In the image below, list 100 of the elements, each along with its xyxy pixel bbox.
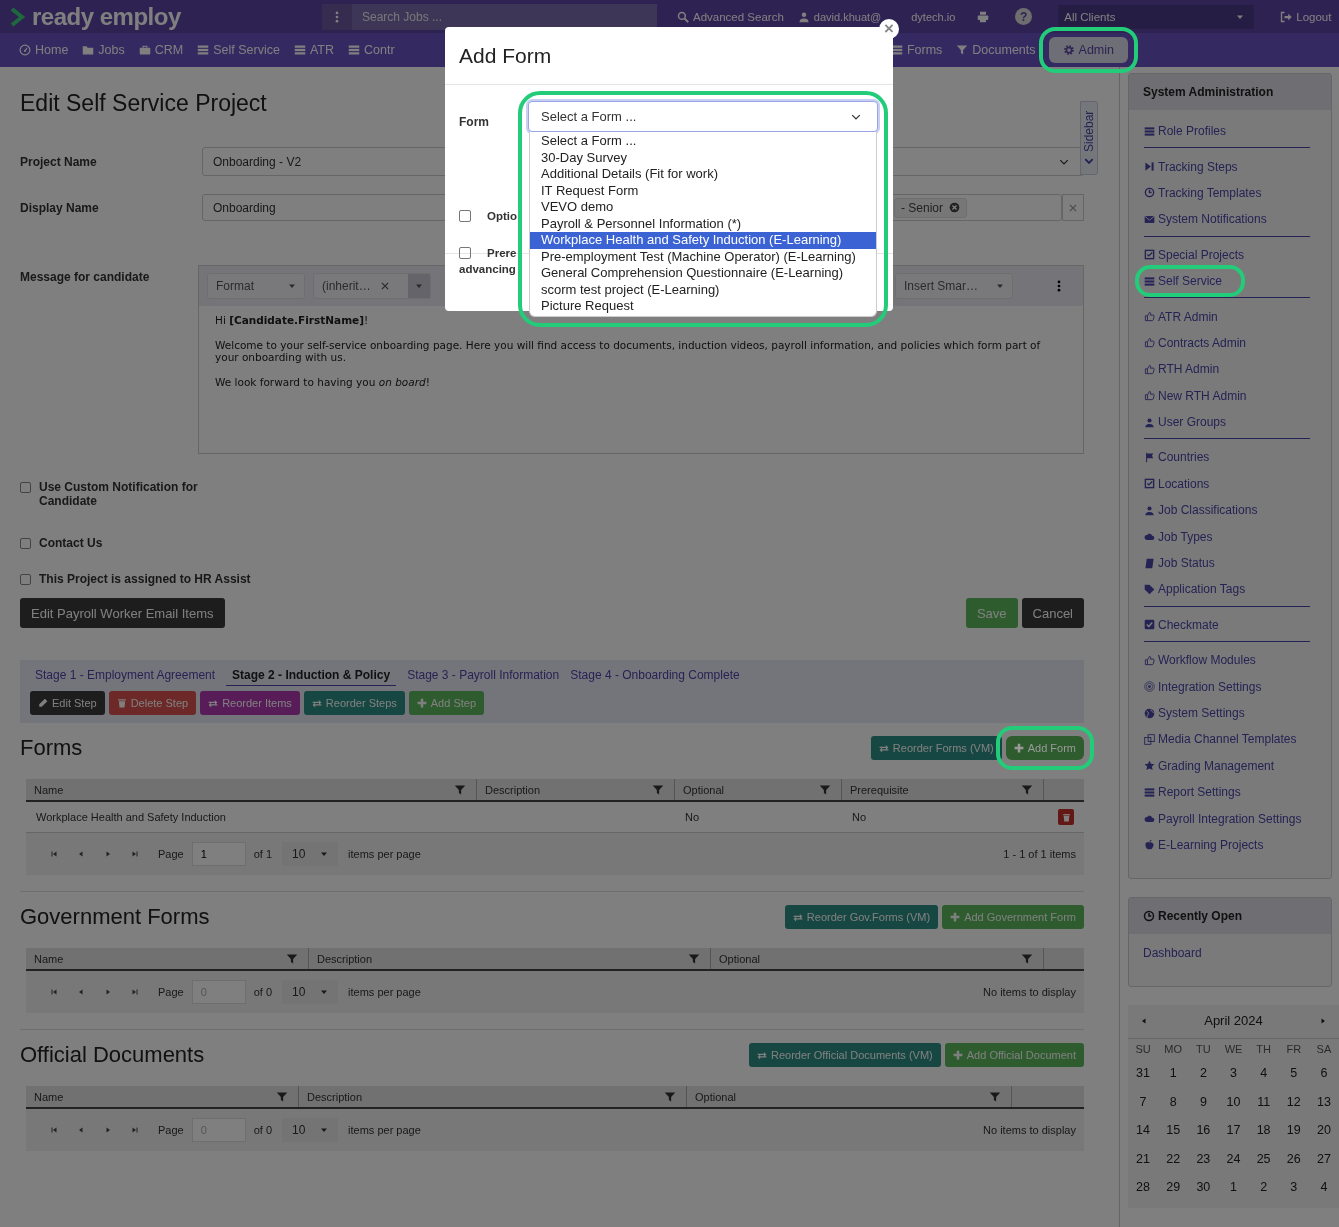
sidebar-link[interactable]: Integration Settings	[1144, 679, 1262, 694]
calendar-day[interactable]: 4	[1308, 1179, 1339, 1208]
sidebar-link[interactable]: RTH Admin	[1144, 362, 1220, 377]
dropdown-option[interactable]: Additional Details (Fit for work)	[530, 166, 876, 183]
logo[interactable]: ready employ	[32, 2, 181, 31]
column-header[interactable]: Name	[34, 952, 64, 965]
calendar-day[interactable]: 20	[1308, 1122, 1339, 1151]
help-button[interactable]: ?	[1015, 8, 1033, 25]
stage-button[interactable]: Add Step	[408, 691, 485, 715]
calendar-day[interactable]: 19	[1278, 1122, 1309, 1151]
form-select[interactable]: Select a Form ...	[528, 101, 878, 132]
nav-tab[interactable]: ATR	[286, 33, 341, 67]
sidebar-link[interactable]: System Settings	[1144, 706, 1245, 720]
nav-tab[interactable]: Documents	[949, 33, 1043, 67]
stage-button[interactable]: Reorder Steps	[303, 691, 405, 715]
client-select[interactable]: All Clients	[1058, 4, 1255, 29]
sidebar-link[interactable]: System Notifications	[1144, 212, 1267, 227]
sidebar-link[interactable]: Locations	[1144, 476, 1210, 491]
stage-button[interactable]: Delete Step	[108, 691, 197, 715]
calendar-day[interactable]: 2	[1188, 1065, 1219, 1094]
calendar-day[interactable]: 6	[1308, 1065, 1339, 1094]
section-button[interactable]: Reorder Gov.Forms (VM)	[784, 905, 939, 929]
stage-button[interactable]: Edit Step	[30, 691, 105, 715]
calendar-day[interactable]: 3	[1218, 1065, 1249, 1094]
calendar-day[interactable]: 28	[1128, 1179, 1159, 1208]
calendar-day[interactable]: 8	[1158, 1093, 1189, 1123]
dropdown-option[interactable]: Payroll & Personnel Information (*)	[530, 215, 876, 232]
column-header[interactable]: Description	[307, 1090, 363, 1103]
stage-tab[interactable]: Stage 2 - Induction & Policy	[226, 668, 397, 686]
dropdown-option[interactable]: VEVO demo	[530, 199, 876, 216]
sidebar-link[interactable]: Job Classifications	[1144, 503, 1258, 518]
sidebar-link[interactable]: Role Profiles	[1144, 124, 1227, 139]
calendar-day[interactable]: 25	[1248, 1150, 1279, 1180]
calendar-day[interactable]: 1	[1218, 1179, 1249, 1208]
dropdown-option[interactable]: IT Request Form	[530, 182, 876, 199]
section-button[interactable]: Reorder Official Documents (VM)	[748, 1043, 941, 1067]
page-size-select[interactable]: 10	[282, 980, 339, 1004]
sidebar-link[interactable]: Media Channel Templates	[1144, 732, 1297, 747]
dropdown-option[interactable]: Picture Request	[530, 298, 876, 315]
page-size-select[interactable]: 10	[282, 1118, 339, 1142]
stage-tab[interactable]: Stage 3 - Payroll Information	[407, 668, 560, 686]
sidebar-link[interactable]: Payroll Integration Settings	[1144, 811, 1302, 826]
user-email[interactable]: dytech.io	[911, 10, 956, 23]
search-field[interactable]: Search Jobs ...	[352, 3, 657, 30]
recent-link[interactable]: Dashboard	[1143, 946, 1202, 961]
calendar-day[interactable]: 7	[1128, 1093, 1159, 1123]
column-header[interactable]: Name	[34, 783, 64, 796]
stage-button[interactable]: Reorder Items	[200, 691, 300, 715]
calendar-day[interactable]: 27	[1308, 1150, 1339, 1180]
dropdown-option[interactable]: Select a Form ...	[530, 133, 876, 150]
sidebar-link[interactable]: Application Tags	[1144, 582, 1246, 597]
column-header[interactable]: Prerequisite	[850, 783, 909, 796]
calendar-day[interactable]: 21	[1128, 1150, 1159, 1180]
page-field[interactable]: 1	[191, 842, 246, 866]
calendar-day[interactable]: 5	[1278, 1065, 1309, 1094]
sidebar-link[interactable]: Job Status	[1144, 556, 1215, 571]
calendar-day[interactable]: 17	[1218, 1122, 1249, 1151]
column-header[interactable]: Optional	[695, 1090, 736, 1103]
edit-payroll-button[interactable]: Edit Payroll Worker Email Items	[20, 598, 225, 628]
calendar-day[interactable]: 18	[1248, 1122, 1279, 1151]
sidebar-link[interactable]: Workflow Modules	[1144, 653, 1256, 668]
calendar-day[interactable]: 2	[1248, 1179, 1279, 1208]
user-email[interactable]: david.khuat@	[813, 10, 882, 23]
dropdown-option[interactable]: 30-Day Survey	[530, 149, 876, 166]
calendar-day[interactable]: 11	[1248, 1093, 1279, 1123]
calendar-day[interactable]: 22	[1158, 1150, 1189, 1180]
calendar-day[interactable]: 16	[1188, 1122, 1219, 1151]
logout-link[interactable]: Logout	[1280, 10, 1332, 23]
calendar-day[interactable]: 4	[1248, 1065, 1279, 1094]
calendar-day[interactable]: 10	[1218, 1093, 1249, 1123]
section-button[interactable]: Add Government Form	[942, 905, 1084, 929]
sidebar-link[interactable]: Tracking Templates	[1144, 185, 1262, 200]
column-header[interactable]: Name	[34, 1090, 64, 1103]
sidebar-link[interactable]: User Groups	[1144, 415, 1227, 430]
calendar-day[interactable]: 26	[1278, 1150, 1309, 1180]
dropdown-option[interactable]: General Comprehension Questionnaire (E-Learning)	[530, 265, 876, 282]
column-header[interactable]: Description	[485, 783, 541, 796]
sidebar-link[interactable]: Countries	[1144, 450, 1210, 465]
section-button[interactable]: Add Official Document	[944, 1043, 1084, 1067]
sidebar-toggle[interactable]: Sidebar	[1080, 101, 1098, 175]
sidebar-link[interactable]: E-Learning Projects	[1144, 837, 1264, 852]
calendar-day[interactable]: 30	[1188, 1179, 1219, 1208]
column-header[interactable]: Optional	[719, 952, 760, 965]
sidebar-link[interactable]: Job Types	[1144, 529, 1213, 544]
cancel-button[interactable]: Cancel	[1021, 598, 1084, 628]
nav-tab[interactable]: Contr	[341, 33, 402, 67]
format-dropdown[interactable]: Format	[207, 273, 305, 299]
column-header[interactable]: Description	[317, 952, 373, 965]
calendar-day[interactable]: 14	[1128, 1122, 1159, 1151]
nav-tab[interactable]: Self Service	[190, 33, 287, 67]
page-size-select[interactable]: 10	[282, 842, 339, 866]
nav-tab[interactable]: Home	[12, 33, 76, 67]
insert-smart-field-dropdown[interactable]: Insert Smar…	[895, 273, 1013, 299]
dropdown-option[interactable]: scorm test project (E-Learning)	[530, 281, 876, 298]
sidebar-link[interactable]: Self Service	[1144, 274, 1237, 289]
calendar-day[interactable]: 29	[1158, 1179, 1189, 1208]
font-dropdown[interactable]: (inherit…	[313, 273, 431, 299]
calendar-day[interactable]: 12	[1278, 1093, 1309, 1123]
sidebar-link[interactable]: New RTH Admin	[1144, 388, 1247, 403]
calendar-day[interactable]: 23	[1188, 1150, 1219, 1180]
